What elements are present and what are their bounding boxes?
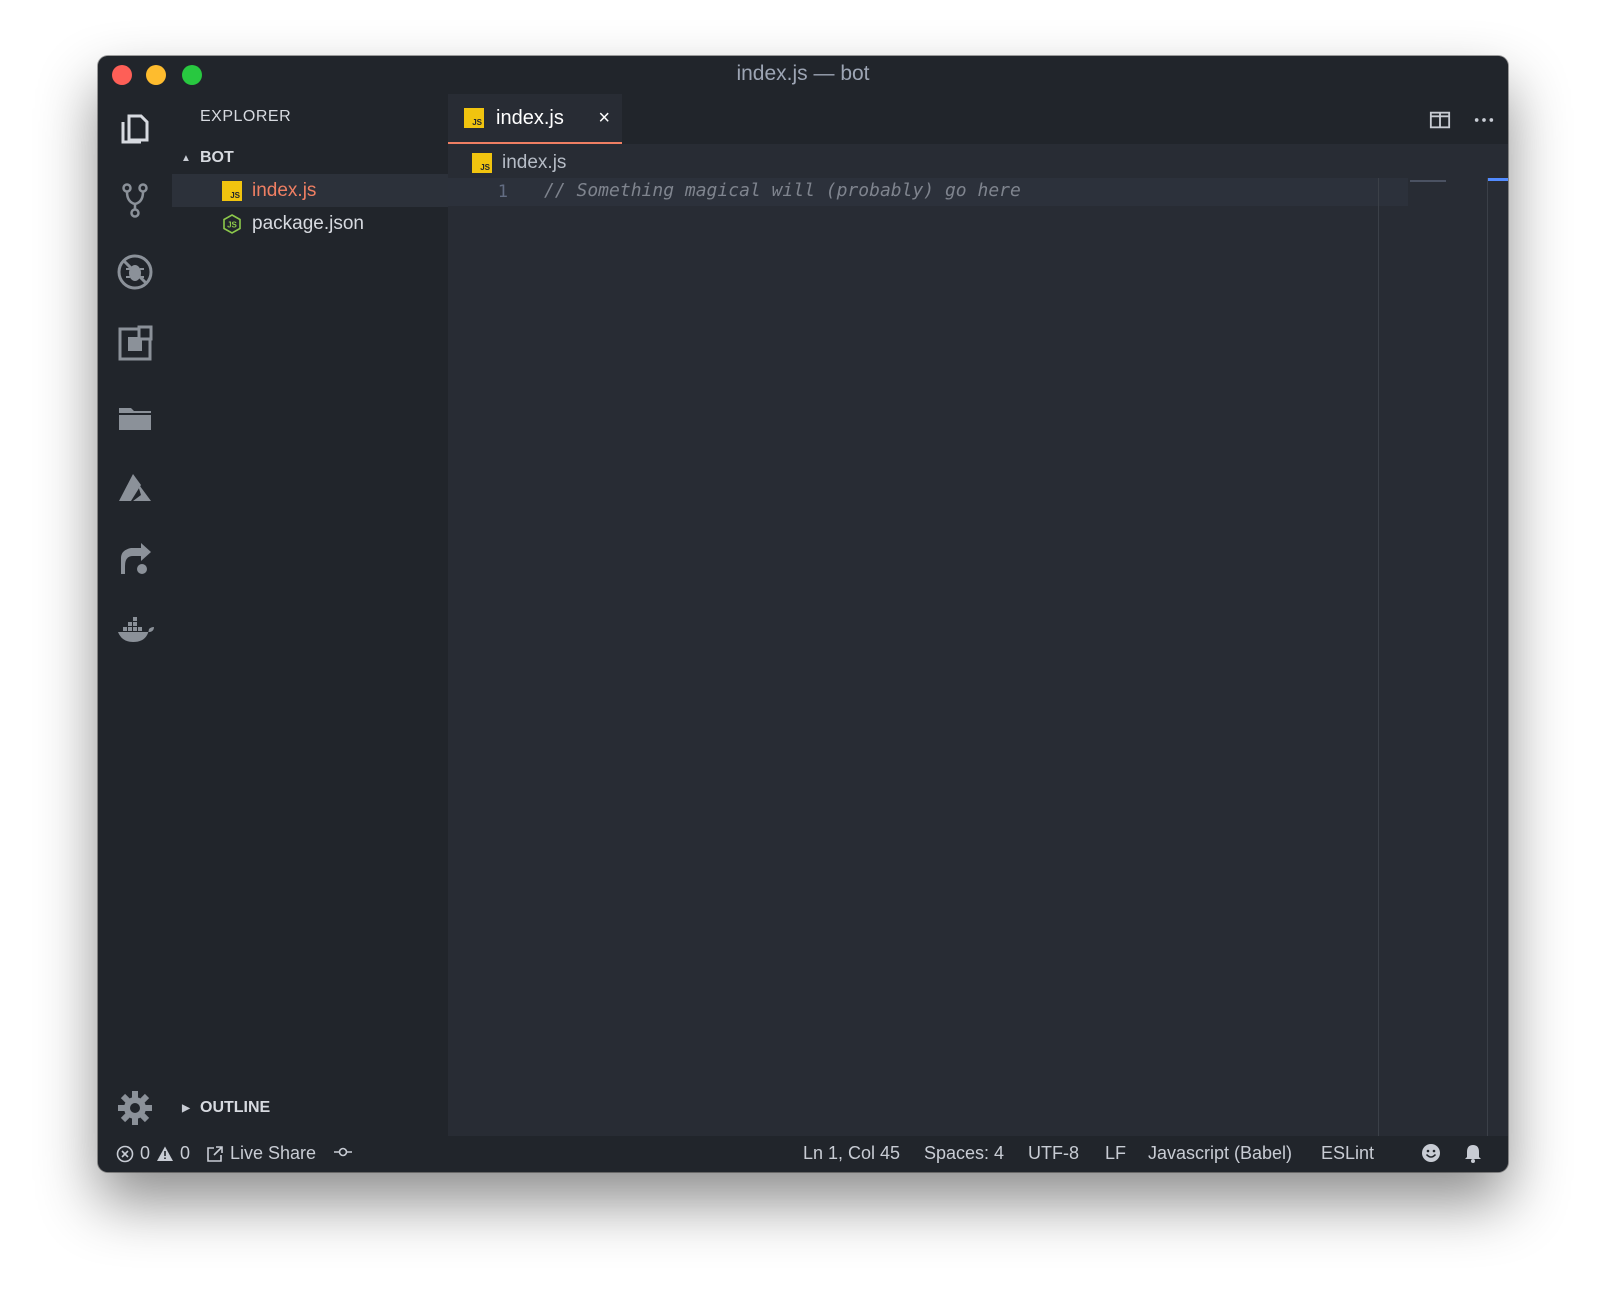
live-share-icon[interactable] (115, 540, 155, 580)
feedback-smiley-icon[interactable] (1421, 1143, 1441, 1163)
chevron-right-icon: ▶ (182, 1102, 190, 1114)
file-item-index-js[interactable]: JS index.js (172, 174, 448, 207)
more-icon[interactable] (1470, 106, 1498, 134)
tab-label: index.js (496, 106, 564, 129)
tab-index-js[interactable]: JS index.js × (448, 94, 622, 144)
js-file-icon: JS (472, 153, 492, 173)
linter-status[interactable]: ESLint (1321, 1143, 1374, 1164)
file-name: package.json (252, 212, 364, 234)
chevron-down-icon: ▲ (181, 152, 191, 164)
folder-name: BOT (200, 149, 234, 166)
title-bar: index.js — bot (98, 56, 1508, 94)
indentation-status[interactable]: Spaces: 4 (924, 1143, 1004, 1164)
activity-bar (98, 94, 172, 1136)
azure-icon[interactable] (115, 468, 155, 508)
breadcrumb[interactable]: JS index.js (472, 148, 566, 178)
explorer-icon[interactable] (115, 108, 155, 148)
line-number: 1 (497, 182, 508, 202)
explorer-sidebar: EXPLORER ▲ BOT JS index.js JS package.js… (172, 94, 448, 1136)
warning-count: 0 (180, 1143, 191, 1163)
js-file-icon: JS (464, 108, 484, 128)
settings-gear-icon[interactable] (115, 1088, 155, 1128)
split-editor-icon[interactable] (1426, 106, 1454, 134)
tab-bar: JS index.js × (448, 94, 1508, 144)
window-title: index.js — bot (736, 62, 870, 85)
git-commit-icon (334, 1147, 352, 1157)
debug-icon[interactable] (115, 252, 155, 292)
status-bar: 0 0 Live Share Ln 1, Col 45 Spaces: 4 UT… (98, 1136, 1508, 1172)
language-mode[interactable]: Javascript (Babel) (1148, 1143, 1292, 1164)
commit-status[interactable] (334, 1143, 352, 1161)
live-share-status[interactable]: Live Share (206, 1143, 316, 1164)
svg-text:JS: JS (227, 220, 237, 229)
editor-group: JS index.js × JS index.js 1 // Something… (448, 94, 1508, 1136)
minimap-line (1410, 180, 1446, 182)
cursor-position[interactable]: Ln 1, Col 45 (803, 1143, 900, 1164)
docker-icon[interactable] (115, 612, 155, 652)
scrollbar-position-indicator (1488, 178, 1508, 181)
outline-label: OUTLINE (200, 1099, 271, 1116)
outline-header[interactable]: ▶ OUTLINE (172, 1094, 448, 1122)
encoding-status[interactable]: UTF-8 (1028, 1143, 1079, 1164)
folder-header-bot[interactable]: ▲ BOT (172, 144, 448, 172)
code-line[interactable]: // Something magical will (probably) go … (544, 180, 1021, 201)
extensions-icon[interactable] (115, 324, 155, 364)
file-name: index.js (252, 179, 317, 201)
vscode-window: index.js — bot EXPLORER ▲ BOT JS index.j… (98, 56, 1508, 1172)
external-link-icon (207, 1145, 223, 1162)
breadcrumb-label: index.js (502, 152, 567, 173)
js-file-icon: JS (222, 180, 242, 201)
file-item-package-json[interactable]: JS package.json (172, 207, 448, 240)
warning-icon (157, 1146, 174, 1161)
eol-status[interactable]: LF (1105, 1143, 1126, 1164)
remote-explorer-icon[interactable] (115, 396, 155, 436)
editor-actions (1426, 106, 1498, 134)
error-icon (116, 1145, 134, 1162)
editor-ruler (1378, 178, 1379, 1136)
notification-bell-icon[interactable] (1463, 1143, 1483, 1163)
problems-status[interactable]: 0 0 (116, 1143, 190, 1164)
node-file-icon: JS (223, 213, 241, 234)
close-icon[interactable]: × (598, 107, 610, 130)
scrollbar-track[interactable] (1487, 178, 1488, 1136)
sidebar-title: EXPLORER (200, 108, 292, 125)
live-share-label: Live Share (230, 1143, 317, 1163)
source-control-icon[interactable] (115, 180, 155, 220)
error-count: 0 (140, 1143, 151, 1163)
